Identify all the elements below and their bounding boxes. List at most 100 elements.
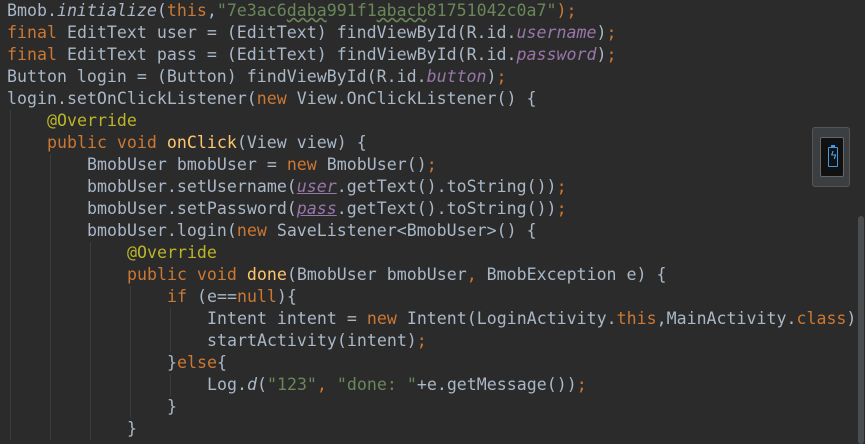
code-editor[interactable]: Bmob.initialize(this,"7e3ac6daba991f1aba… <box>0 0 865 444</box>
code-text: @Override <box>7 243 217 262</box>
code-line[interactable]: }else{ <box>7 352 865 374</box>
code-token: if <box>167 287 197 306</box>
indent-guide <box>10 242 11 264</box>
code-line[interactable]: bmobUser.login(new SaveListener<BmobUser… <box>7 220 865 242</box>
code-token: ){ <box>276 287 297 306</box>
code-token: ); <box>556 1 577 20</box>
indent-guide <box>50 396 51 418</box>
code-token: .getText().toString()) <box>336 199 557 218</box>
indent-guide <box>90 308 91 330</box>
indent-guide <box>10 352 11 374</box>
code-token: ( <box>256 375 267 394</box>
code-token: 991f1 <box>326 1 377 20</box>
indent-guide <box>10 374 11 396</box>
vertical-scrollbar[interactable] <box>855 0 865 444</box>
indent-guide <box>10 330 11 352</box>
code-token: initialize <box>56 1 157 20</box>
code-text: @Override <box>7 111 137 130</box>
indent-guide <box>10 396 11 418</box>
code-token: startActivity(intent) <box>207 331 417 350</box>
code-line[interactable]: @Override <box>7 242 865 264</box>
indent-guide <box>10 176 11 198</box>
code-token: final <box>7 23 67 42</box>
code-token: new <box>286 155 327 174</box>
code-token: d <box>246 375 257 394</box>
code-token: ; <box>416 331 427 350</box>
indent-guide <box>90 330 91 352</box>
code-text: public void done(BmobUser bmobUser, Bmob… <box>7 265 667 284</box>
code-text: bmobUser.setPassword(pass.getText().toSt… <box>7 199 567 218</box>
code-line[interactable]: Intent intent = new Intent(LoginActivity… <box>7 308 865 330</box>
indent-guide <box>10 308 11 330</box>
indent-guide <box>50 154 51 176</box>
indent-guide <box>50 308 51 330</box>
code-token: ; <box>496 67 507 86</box>
code-line[interactable]: } <box>7 418 865 440</box>
indent-guide <box>90 264 91 286</box>
indent-guide <box>90 418 91 440</box>
code-token: null <box>236 287 277 306</box>
code-token: Intent(LoginActivity. <box>406 309 617 328</box>
code-token: class <box>796 309 847 328</box>
indent-guide <box>10 220 11 242</box>
code-line[interactable]: @Override <box>7 110 865 132</box>
code-token: @Override <box>47 111 137 130</box>
indent-guide <box>10 264 11 286</box>
code-line[interactable]: login.setOnClickListener(new View.OnClic… <box>7 88 865 110</box>
code-token: Button login = (Button) findViewById(R.i… <box>7 67 427 86</box>
code-token: } <box>127 419 137 438</box>
indent-guide <box>130 330 131 352</box>
indent-guide <box>90 396 91 418</box>
code-token: , <box>656 309 667 328</box>
indent-guide <box>10 286 11 308</box>
code-line[interactable]: bmobUser.setUsername(user.getText().toSt… <box>7 176 865 198</box>
code-token: ; <box>556 177 567 196</box>
code-line[interactable]: } <box>7 396 865 418</box>
device-preview-widget[interactable]: ϟ <box>812 127 850 187</box>
code-line[interactable]: public void done(BmobUser bmobUser, Bmob… <box>7 264 865 286</box>
code-token: abacb <box>376 1 427 20</box>
code-token: login.setOnClickListener( <box>7 89 257 108</box>
code-token: bmobUser.setUsername( <box>87 177 297 196</box>
code-line[interactable]: bmobUser.setPassword(pass.getText().toSt… <box>7 198 865 220</box>
code-token: ; <box>556 199 567 218</box>
code-token: BmobException e) { <box>486 265 667 284</box>
code-line[interactable]: BmobUser bmobUser = new BmobUser(); <box>7 154 865 176</box>
code-line[interactable]: Bmob.initialize(this,"7e3ac6daba991f1aba… <box>7 0 865 22</box>
code-token: ; <box>606 45 617 64</box>
code-token: , <box>466 265 487 284</box>
code-token: Bmob. <box>7 1 57 20</box>
code-token: this <box>166 1 207 20</box>
code-text: Button login = (Button) findViewById(R.i… <box>7 67 507 86</box>
code-token: EditText pass = (EditText) findViewById(… <box>66 45 517 64</box>
code-token: (BmobUser bmobUser <box>286 265 467 284</box>
code-text: Log.d("123", "done: "+e.getMessage()); <box>7 375 587 394</box>
code-token: ) <box>596 45 607 64</box>
code-text: } <box>7 419 137 438</box>
indent-guide <box>50 198 51 220</box>
indent-guide <box>170 330 171 352</box>
indent-guide <box>50 418 51 440</box>
indent-guide <box>90 242 91 264</box>
code-area[interactable]: Bmob.initialize(this,"7e3ac6daba991f1aba… <box>7 0 865 440</box>
code-token: pass <box>296 199 337 218</box>
code-line[interactable]: final EditText user = (EditText) findVie… <box>7 22 865 44</box>
code-token: ) <box>596 23 607 42</box>
code-token: public void <box>47 133 167 152</box>
code-line[interactable]: Button login = (Button) findViewById(R.i… <box>7 66 865 88</box>
code-token: MainActivity. <box>666 309 797 328</box>
code-line[interactable]: final EditText pass = (EditText) findVie… <box>7 44 865 66</box>
code-text: bmobUser.setUsername(user.getText().toSt… <box>7 177 567 196</box>
code-token: ; <box>426 155 437 174</box>
scrollbar-thumb[interactable] <box>858 216 864 444</box>
indent-guide <box>10 418 11 440</box>
code-line[interactable]: Log.d("123", "done: "+e.getMessage()); <box>7 374 865 396</box>
code-text: final EditText user = (EditText) findVie… <box>7 23 616 42</box>
code-token: ; <box>576 375 587 394</box>
code-line[interactable]: startActivity(intent); <box>7 330 865 352</box>
code-line[interactable]: public void onClick(View view) { <box>7 132 865 154</box>
code-line[interactable]: if (e==null){ <box>7 286 865 308</box>
code-token: bmobUser.setPassword( <box>87 199 297 218</box>
code-text: bmobUser.login(new SaveListener<BmobUser… <box>7 221 537 240</box>
code-token: @Override <box>127 243 217 262</box>
